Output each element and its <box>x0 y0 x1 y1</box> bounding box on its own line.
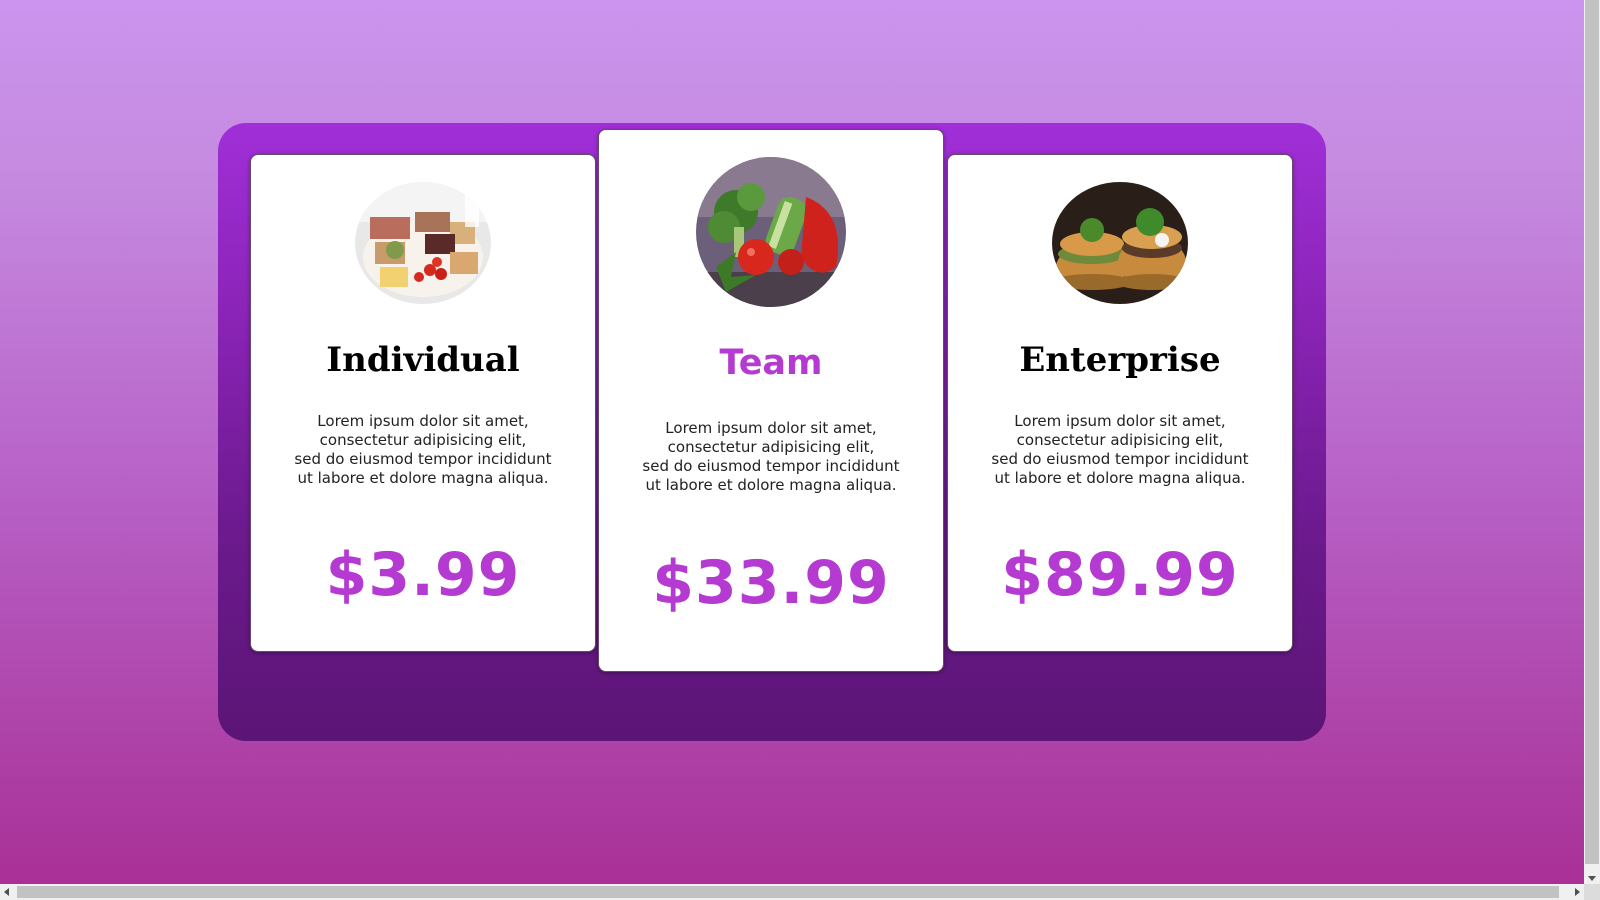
description-line: Lorem ipsum dolor sit amet, <box>1014 412 1226 430</box>
pricing-card-individual[interactable]: Individual Lorem ipsum dolor sit amet, c… <box>250 154 596 652</box>
description-line: Lorem ipsum dolor sit amet, <box>317 412 529 430</box>
vertical-scrollbar[interactable] <box>1584 0 1600 884</box>
description-line: consectetur adipisicing elit, <box>319 431 527 449</box>
horizontal-scrollbar[interactable] <box>0 884 1584 900</box>
plan-title: Team <box>719 343 823 383</box>
description-line: sed do eiusmod tempor incididunt <box>991 450 1249 468</box>
scroll-down-icon[interactable] <box>1588 876 1596 881</box>
vertical-scrollbar-thumb[interactable] <box>1585 0 1599 864</box>
plan-price: $33.99 <box>652 548 890 618</box>
plan-description: Lorem ipsum dolor sit amet, consectetur … <box>948 412 1292 488</box>
pricing-card-enterprise[interactable]: Enterprise Lorem ipsum dolor sit amet, c… <box>947 154 1293 652</box>
plan-price: $89.99 <box>1001 540 1239 610</box>
plan-description: Lorem ipsum dolor sit amet, consectetur … <box>599 419 943 495</box>
description-line: consectetur adipisicing elit, <box>1016 431 1224 449</box>
vegetables-image <box>696 157 846 307</box>
scrollbar-corner <box>1584 884 1600 900</box>
plan-description: Lorem ipsum dolor sit amet, consectetur … <box>251 412 595 488</box>
description-line: ut labore et dolore magna aliqua. <box>994 469 1246 487</box>
horizontal-scrollbar-thumb[interactable] <box>17 886 1559 898</box>
description-line: sed do eiusmod tempor incididunt <box>294 450 552 468</box>
description-line: ut labore et dolore magna aliqua. <box>645 476 897 494</box>
plan-title: Individual <box>326 340 520 380</box>
description-line: ut labore et dolore magna aliqua. <box>297 469 549 487</box>
description-line: Lorem ipsum dolor sit amet, <box>665 419 877 437</box>
burger-image <box>1052 182 1188 304</box>
plan-title: Enterprise <box>1019 340 1221 380</box>
food-platter-image <box>355 182 491 304</box>
description-line: sed do eiusmod tempor incididunt <box>642 457 900 475</box>
scroll-left-icon[interactable] <box>4 888 9 896</box>
description-line: consectetur adipisicing elit, <box>667 438 875 456</box>
pricing-card-team[interactable]: Team Lorem ipsum dolor sit amet, consect… <box>598 129 944 672</box>
scroll-right-icon[interactable] <box>1575 888 1580 896</box>
plan-price: $3.99 <box>325 540 521 610</box>
